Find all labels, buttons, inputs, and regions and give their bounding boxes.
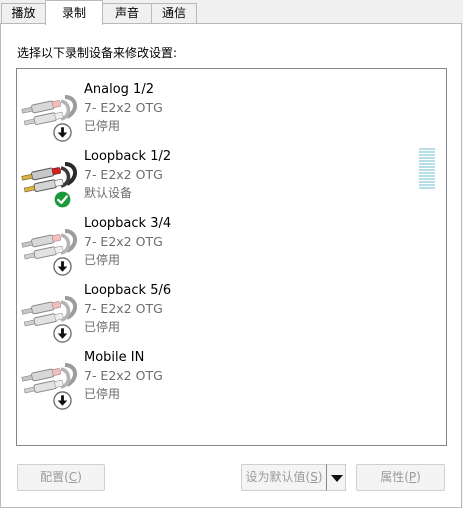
set-default-dropdown[interactable] xyxy=(326,464,346,491)
checkmark-icon xyxy=(53,190,72,209)
device-driver: 7- E2x2 OTG xyxy=(84,167,163,182)
tab-strip: 播放 录制 声音 通信 xyxy=(0,0,463,25)
device-item-loopback-3-4[interactable]: Loopback 3/4 7- E2x2 OTG 已停用 xyxy=(17,215,417,281)
down-arrow-icon xyxy=(53,324,72,343)
set-default-button[interactable]: 设为默认值(S) xyxy=(241,464,327,491)
device-item-analog-1-2[interactable]: Analog 1/2 7- E2x2 OTG 已停用 xyxy=(17,81,417,147)
device-status: 已停用 xyxy=(84,387,121,401)
device-list[interactable]: Analog 1/2 7- E2x2 OTG 已停用 Loopback 1/2 … xyxy=(16,68,447,446)
device-name: Loopback 5/6 xyxy=(84,283,172,298)
level-meter xyxy=(419,148,435,190)
device-item-mobile-in[interactable]: Mobile IN 7- E2x2 OTG 已停用 xyxy=(17,349,417,415)
tab-playback[interactable]: 播放 xyxy=(1,3,46,23)
device-item-loopback-1-2[interactable]: Loopback 1/2 7- E2x2 OTG 默认设备 xyxy=(17,148,417,214)
device-name: Loopback 1/2 xyxy=(84,149,172,164)
down-arrow-icon xyxy=(53,391,72,410)
device-item-loopback-5-6[interactable]: Loopback 5/6 7- E2x2 OTG 已停用 xyxy=(17,282,417,348)
device-driver: 7- E2x2 OTG xyxy=(84,234,163,249)
configure-button[interactable]: 配置(C) xyxy=(17,464,105,491)
down-arrow-icon xyxy=(53,123,72,142)
device-name: Mobile IN xyxy=(84,350,145,365)
device-status: 已停用 xyxy=(84,253,121,267)
instruction-text: 选择以下录制设备来修改设置: xyxy=(17,46,178,60)
properties-button[interactable]: 属性(P) xyxy=(356,464,445,491)
device-driver: 7- E2x2 OTG xyxy=(84,100,163,115)
device-status: 默认设备 xyxy=(84,186,133,200)
tab-sounds[interactable]: 声音 xyxy=(102,3,152,23)
chevron-down-icon xyxy=(331,475,343,482)
device-driver: 7- E2x2 OTG xyxy=(84,368,163,383)
device-driver: 7- E2x2 OTG xyxy=(84,301,163,316)
device-status: 已停用 xyxy=(84,119,121,133)
down-arrow-icon xyxy=(53,257,72,276)
tab-recording[interactable]: 录制 xyxy=(45,0,103,25)
tab-communications[interactable]: 通信 xyxy=(151,3,197,23)
device-status: 已停用 xyxy=(84,320,121,334)
device-name: Analog 1/2 xyxy=(84,82,154,97)
device-name: Loopback 3/4 xyxy=(84,216,172,231)
